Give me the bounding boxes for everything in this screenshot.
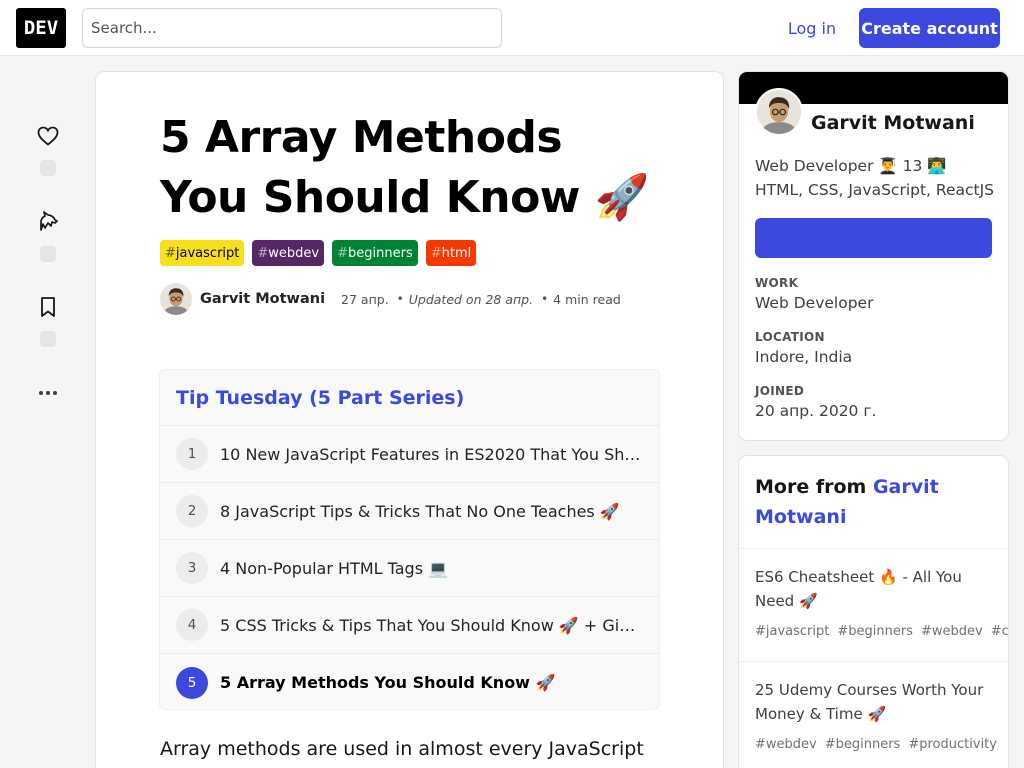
post-tag[interactable]: #beginners <box>825 737 901 752</box>
dev-logo[interactable]: DEV <box>16 8 66 48</box>
heart-count <box>40 160 56 176</box>
publish-date: 27 апр. <box>341 291 389 307</box>
post-tag[interactable]: #javascript <box>755 624 829 639</box>
profile-joined: JOINED 20 апр. 2020 г. <box>755 384 876 420</box>
series-title[interactable]: Tip Tuesday (5 Part Series) <box>160 370 659 426</box>
login-button[interactable]: Log in <box>776 8 848 48</box>
separator-dot: • <box>541 292 549 306</box>
tag-html[interactable]: # html <box>425 240 477 266</box>
post-tag[interactable]: #productivity <box>908 737 997 752</box>
post-tag[interactable]: #beginners <box>837 624 913 639</box>
series-item-number: 4 <box>176 609 208 641</box>
tag-label: javascript <box>175 245 240 261</box>
separator-dot: • <box>396 292 404 306</box>
bookmark-count <box>40 331 56 347</box>
article-title: 5 Array Methods You Should Know 🚀 <box>160 108 680 228</box>
top-header: DEV Log in Create account <box>0 0 1024 56</box>
heart-icon <box>37 126 59 146</box>
series-item-label: 5 CSS Tricks & Tips That You Should Know… <box>220 615 643 635</box>
series-item-number: 1 <box>176 438 208 470</box>
article-body-text: Array methods are used in almost every J… <box>160 738 644 760</box>
profile-avatar[interactable] <box>755 88 803 136</box>
post-tag[interactable]: #webdev <box>755 737 817 752</box>
more-options-icon[interactable] <box>34 384 62 402</box>
more-from-post[interactable]: 25 Udemy Courses Worth Your Money & Time… <box>739 662 1008 768</box>
read-time: 4 min read <box>553 291 621 307</box>
series-item-label: 4 Non-Popular HTML Tags 💻 <box>220 558 449 578</box>
tag-label: html <box>441 245 472 261</box>
bookmark-icon <box>41 297 55 317</box>
profile-name[interactable]: Garvit Motwani <box>811 112 975 134</box>
more-from-post[interactable]: ES6 Cheatsheet 🔥 - All You Need 🚀 #javas… <box>739 549 1008 662</box>
series-item-label: 5 Array Methods You Should Know 🚀 <box>220 673 556 692</box>
profile-location: LOCATION Indore, India <box>755 330 852 366</box>
unicorn-count <box>40 246 56 262</box>
unicorn-icon <box>40 211 58 231</box>
series-item[interactable]: 2 8 JavaScript Tips & Tricks That No One… <box>160 483 659 540</box>
tag-list: # javascript # webdev # beginners # html <box>160 240 477 266</box>
profile-location-label: LOCATION <box>755 330 825 344</box>
article-title-line-2: You Should Know 🚀 <box>160 172 650 223</box>
author-avatar[interactable] <box>160 283 192 315</box>
series-item[interactable]: 3 4 Non-Popular HTML Tags 💻 <box>160 540 659 597</box>
updated-date: Updated on 28 апр. <box>408 291 534 307</box>
tag-hash: # <box>257 245 269 261</box>
tag-hash: # <box>165 245 176 261</box>
heart-reaction-button[interactable] <box>32 124 64 176</box>
series-item[interactable]: 1 10 New JavaScript Features in ES2020 T… <box>160 426 659 483</box>
tag-javascript[interactable]: # javascript <box>160 240 245 266</box>
series-item-current[interactable]: 5 5 Array Methods You Should Know 🚀 <box>160 654 659 709</box>
more-from-post-title: 25 Udemy Courses Worth Your Money & Time… <box>755 681 984 723</box>
more-from-heading: More from Garvit Motwani <box>739 456 1008 549</box>
series-item-number: 3 <box>176 552 208 584</box>
tag-label: webdev <box>268 245 320 261</box>
more-from-post-tags: #webdev #beginners #productivity <box>755 732 997 758</box>
more-from-prefix: More from <box>755 476 873 498</box>
profile-work-label: WORK <box>755 276 799 290</box>
tag-hash: # <box>337 245 349 261</box>
series-item-label: 10 New JavaScript Features in ES2020 Tha… <box>220 444 643 464</box>
tag-beginners[interactable]: # beginners <box>332 240 418 266</box>
article-title-line-1: 5 Array Methods <box>160 112 563 163</box>
post-tag[interactable]: #cheatsheet <box>991 624 1008 639</box>
author-byline: Garvit Motwani 27 апр. • Updated on 28 а… <box>160 283 621 315</box>
post-tag[interactable]: #webdev <box>921 624 983 639</box>
series-box: Tip Tuesday (5 Part Series) 1 10 New Jav… <box>159 369 660 710</box>
bookmark-reaction-button[interactable] <box>32 295 64 347</box>
series-item[interactable]: 4 5 CSS Tricks & Tips That You Should Kn… <box>160 597 659 654</box>
profile-bio: Web Developer 👨‍🎓 13 👨‍💻 HTML, CSS, Java… <box>755 157 995 199</box>
profile-work-value: Web Developer <box>755 294 874 312</box>
follow-button[interactable] <box>755 218 992 258</box>
series-item-number: 2 <box>176 495 208 527</box>
create-account-button[interactable]: Create account <box>859 8 1000 48</box>
profile-joined-label: JOINED <box>755 384 805 398</box>
tag-webdev[interactable]: # webdev <box>252 240 325 266</box>
series-item-number: 5 <box>176 666 208 699</box>
profile-location-value: Indore, India <box>755 348 853 366</box>
article-card: 5 Array Methods You Should Know 🚀 # javas… <box>96 72 723 768</box>
profile-work: WORK Web Developer <box>755 276 873 312</box>
profile-joined-value: 20 апр. 2020 г. <box>755 402 877 420</box>
author-profile-card: Garvit Motwani Web Developer 👨‍🎓 13 👨‍💻 … <box>739 72 1008 440</box>
author-name[interactable]: Garvit Motwani <box>200 291 325 307</box>
more-from-post-tags: #javascript #beginners #webdev #cheatsheet <box>755 619 1008 645</box>
more-from-post-title: ES6 Cheatsheet 🔥 - All You Need 🚀 <box>755 568 962 610</box>
tag-hash: # <box>430 245 442 261</box>
search-input[interactable] <box>82 8 502 48</box>
tag-label: beginners <box>348 245 413 261</box>
series-item-label: 8 JavaScript Tips & Tricks That No One T… <box>220 501 620 521</box>
more-from-card: More from Garvit Motwani ES6 Cheatsheet … <box>739 456 1008 768</box>
unicorn-reaction-button[interactable] <box>32 210 64 262</box>
